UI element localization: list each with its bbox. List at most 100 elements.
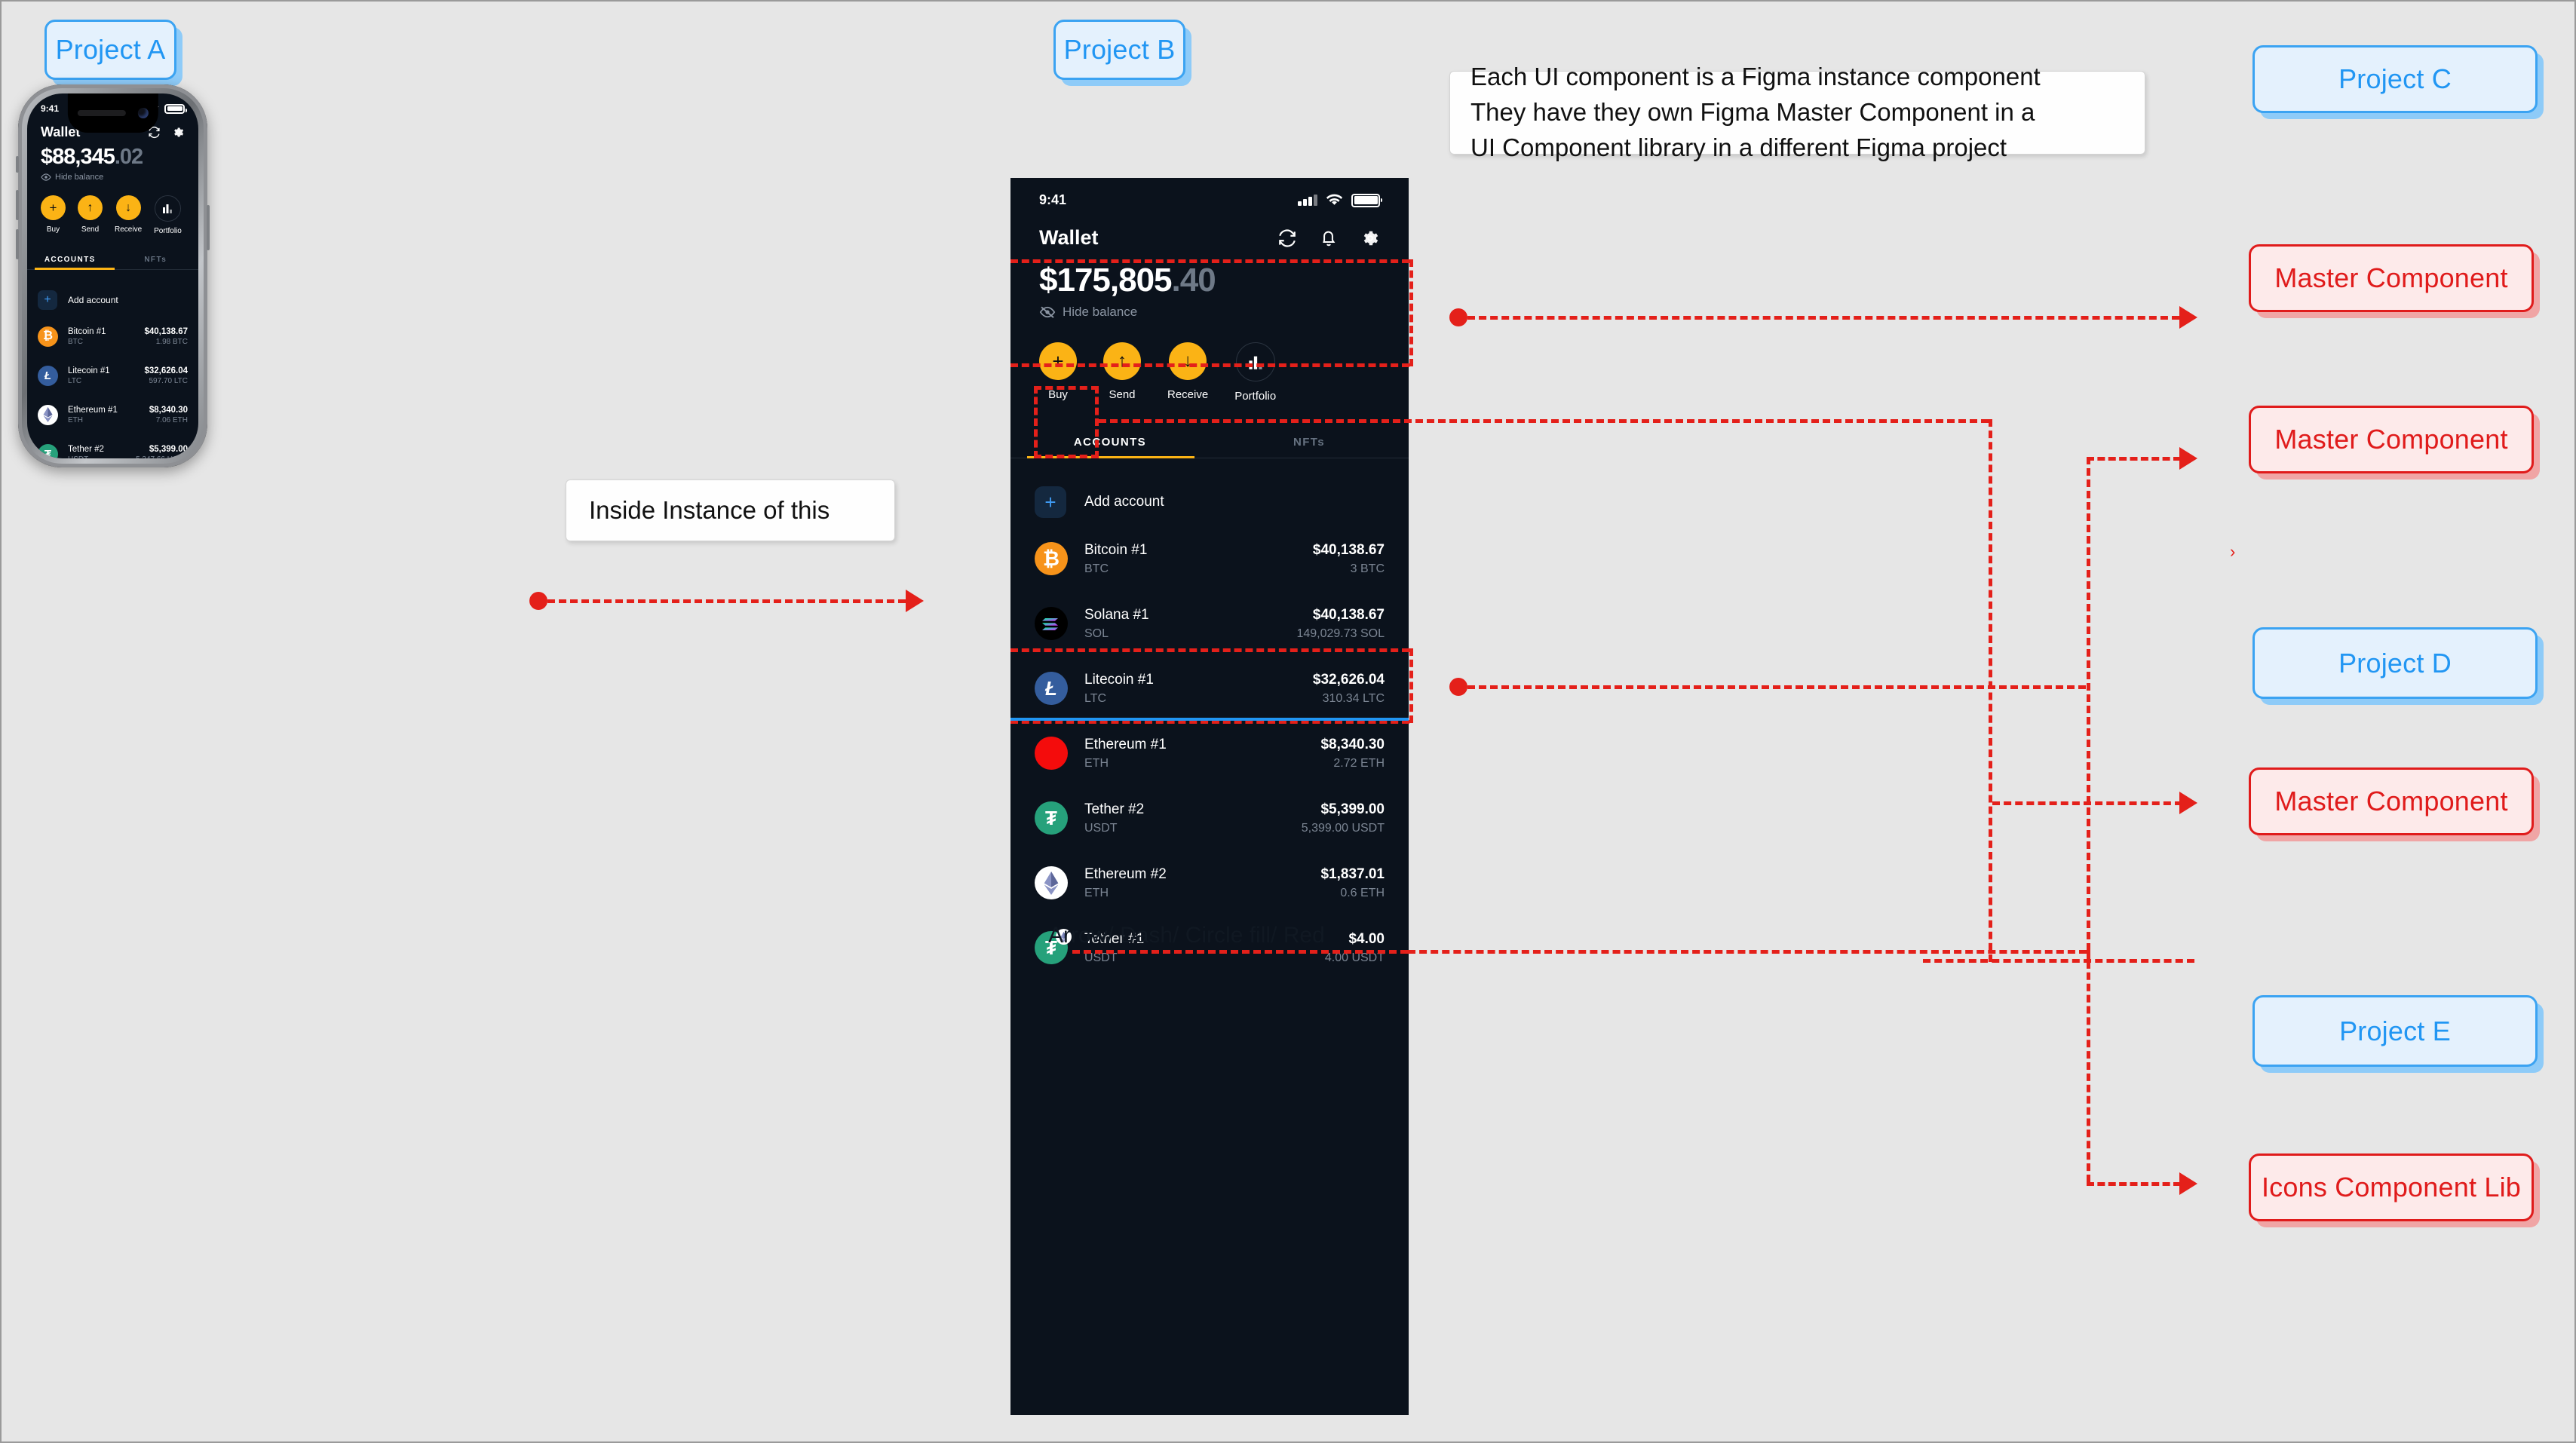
phone-a-hide-balance[interactable]: Hide balance [27,170,198,182]
status-time: 9:41 [1039,192,1067,207]
refresh-icon[interactable] [1277,228,1297,248]
bar-chart-icon [1235,342,1275,381]
action-send-label: Send [1109,388,1136,401]
icons-component-lib-text: Icons Component Lib [2261,1172,2521,1202]
project-e-text: Project E [2339,1015,2451,1046]
master-component-3[interactable]: Master Component [2249,767,2534,835]
connector-line-ethereum-vertical [2087,950,2090,1182]
ghost-annotation-text: Arrow/ Dash/ Circle fill/ Red [1048,923,1325,948]
account-name: Litecoin #1 [68,366,110,375]
connector-line-bitcoin [1467,685,2086,689]
action-send[interactable]: ↑ Send [1103,342,1141,403]
plus-icon: + [1039,342,1077,380]
status-time: 9:41 [41,103,60,114]
diagram-canvas: Project A 9:41 Wallet $88,345.02 Hide ba… [0,0,2576,1443]
table-row[interactable]: ₿ Bitcoin #1 BTC $40,138.67 3 BTC [1035,526,1385,591]
tab-nfts[interactable]: NFTs [113,256,199,264]
phone-a-balance: $88,345.02 [27,140,198,170]
action-receive[interactable]: ↓ Receive [115,195,142,235]
action-buy-label: Buy [46,225,60,234]
hide-balance-label: Hide balance [1063,305,1138,319]
battery-icon [1351,193,1382,207]
balance-highlight-top [1010,259,1409,263]
action-portfolio[interactable]: Portfolio [154,195,182,235]
ethereum-icon [38,404,58,425]
buy-button-highlight [1034,386,1099,458]
connector-line-bitcoin-lower [1992,801,2182,805]
master-component-1-text: Master Component [2274,262,2508,293]
project-c-text: Project C [2338,63,2452,94]
phone-b-balance: $175,805.40 [1010,250,1409,299]
project-d-label[interactable]: Project D [2252,627,2538,699]
phone-b-hide-balance[interactable]: Hide balance [1010,299,1409,320]
table-row[interactable]: Ł Litecoin #1 LTC $32,626.04 597.70 LTC [38,356,188,395]
account-ticker: ETH [1084,756,1109,770]
project-b-text: Project B [1063,34,1176,65]
account-ticker: BTC [1084,562,1109,575]
connector-line [547,599,906,603]
account-fiat: $40,138.67 [1312,606,1385,623]
gear-icon[interactable] [172,126,185,139]
gear-icon[interactable] [1360,228,1380,248]
table-row[interactable]: Ethereum #2 ETH $1,837.01 0.6 ETH [1035,850,1385,915]
connector-line-ethereum [1408,950,2087,954]
account-amount: 1.98 BTC [155,337,188,346]
action-send[interactable]: ↑ Send [78,195,103,235]
eye-off-icon [1039,306,1056,318]
table-row[interactable]: ₿ Bitcoin #1 BTC $40,138.67 1.98 BTC [38,317,188,356]
account-fiat: $1,837.01 [1320,865,1385,882]
balance-highlight-right [1409,259,1413,366]
figma-note-line-3: UI Component library in a different Figm… [1470,133,2007,161]
master-component-1[interactable]: Master Component [2249,244,2534,312]
connector-line-buy-lower [1923,959,2194,963]
project-a-label[interactable]: Project A [44,20,176,80]
page-title: Wallet [1039,226,1099,249]
action-portfolio-label: Portfolio [1234,390,1277,403]
bell-icon[interactable] [1320,228,1338,248]
table-row[interactable]: ₮ Tether #2 USDT $5,399.00 5,347.66 USDT [38,434,188,458]
connector-dot [1449,678,1467,696]
tab-accounts[interactable]: ACCOUNTS [27,256,113,264]
table-row[interactable]: Solana #1 SOL $40,138.67 149,029.73 SOL [1035,591,1385,656]
plus-icon: + [41,195,66,220]
tiny-chevron-icon: › [2230,542,2236,561]
table-row[interactable]: Ethereum #1 ETH $8,340.30 7.06 ETH [38,395,188,434]
figma-note-line-1: Each UI component is a Figma instance co… [1470,63,2041,91]
table-row[interactable]: Ethereum #1 ETH $8,340.30 2.72 ETH [1035,721,1385,786]
figma-note-line-2: They have they own Figma Master Componen… [1470,98,2035,127]
balance-highlight-bottom [1010,363,1409,367]
add-account-row[interactable]: + Add account [1035,478,1385,526]
account-name: Litecoin #1 [1084,671,1154,688]
account-ticker: SOL [1084,627,1109,640]
account-fiat: $8,340.30 [1320,736,1385,752]
account-ticker: BTC [68,337,83,346]
icons-component-lib[interactable]: Icons Component Lib [2249,1153,2534,1221]
action-buy[interactable]: + Buy [41,195,66,235]
add-account-row[interactable]: + Add account [38,283,188,317]
account-fiat: $8,340.30 [149,405,188,415]
tether-icon: ₮ [1035,801,1068,835]
account-name: Solana #1 [1084,606,1149,623]
master-component-2-text: Master Component [2274,424,2508,455]
project-b-label[interactable]: Project B [1053,20,1185,80]
connector-line-buy-vertical [1989,419,1992,962]
bitcoin-row-blue-underline [1010,718,1409,721]
table-row[interactable]: Ł Litecoin #1 LTC $32,626.04 310.34 LTC [1035,656,1385,721]
account-amount: 7.06 ETH [155,415,188,424]
account-name: Ethereum #1 [1084,736,1167,752]
ethereum-icon [1035,866,1068,899]
arrow-down-icon: ↓ [1169,342,1207,380]
project-c-label[interactable]: Project C [2252,45,2538,113]
ethereum-row-highlight [1072,950,1408,954]
project-e-label[interactable]: Project E [2252,995,2538,1067]
red-circle-icon [1035,737,1068,770]
account-amount: 5,399.00 USDT [1301,821,1385,835]
add-account-label: Add account [1084,494,1164,510]
phone-a-notch [67,93,158,133]
tab-nfts[interactable]: NFTs [1210,436,1409,449]
bitcoin-icon: ₿ [38,326,58,347]
action-receive[interactable]: ↓ Receive [1167,342,1208,403]
table-row[interactable]: ₮ Tether #2 USDT $5,399.00 5,399.00 USDT [1035,786,1385,850]
action-portfolio[interactable]: Portfolio [1234,342,1276,403]
master-component-2[interactable]: Master Component [2249,406,2534,473]
